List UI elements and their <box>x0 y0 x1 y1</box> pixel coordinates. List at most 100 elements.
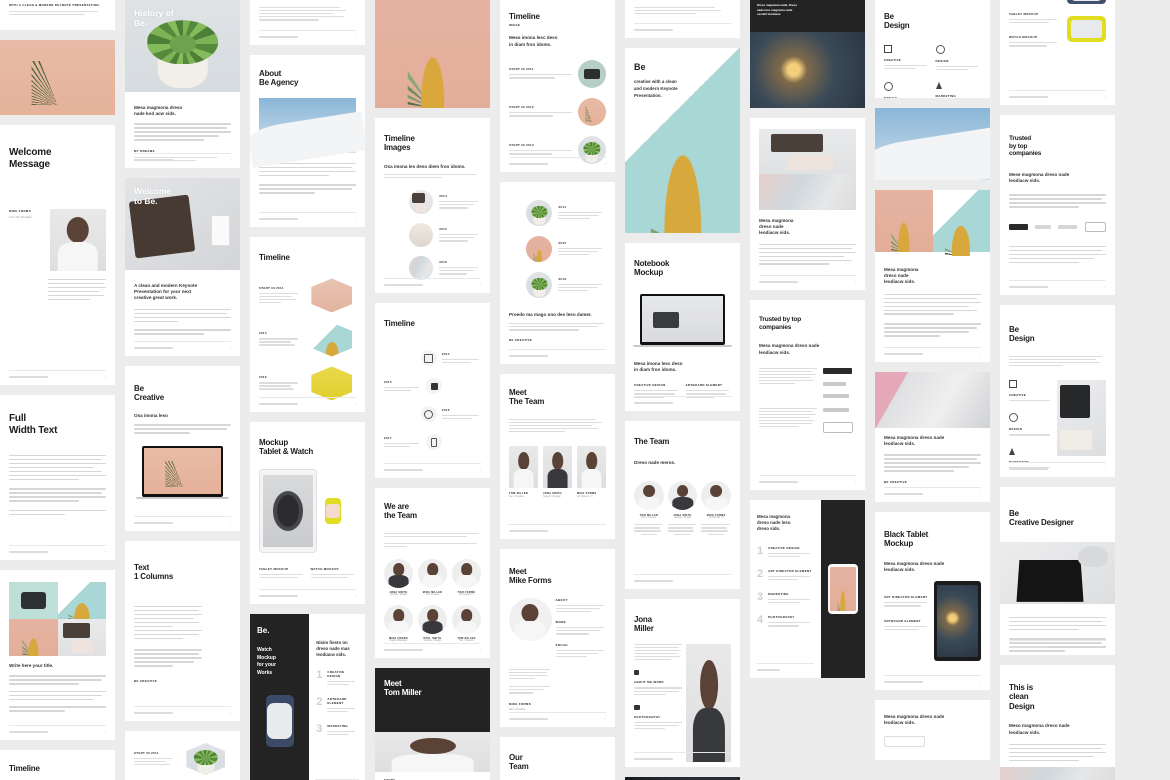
team-member[interactable]: JONA SMITH Support / Design <box>543 446 572 498</box>
slide-number: › <box>729 579 731 583</box>
watch-mockup <box>265 695 294 747</box>
slide-card-the-team[interactable]: The Team Dreso nade meros. TOM MILLER De… <box>625 421 740 589</box>
slide-card-timeline-circles-right[interactable]: 2014 2015 2016 Proedo ma mago ono des le… <box>500 182 615 364</box>
text-line <box>9 492 103 494</box>
slide-card-timeline-partial[interactable]: START IN 2011 <box>125 731 240 780</box>
slide-card-history-of-be[interactable]: History of Be. Mesa magmona dreso nade k… <box>125 0 240 168</box>
slide-card-two-pineapples[interactable]: Mesa magmona dreso nade leodiacw sids. › <box>875 190 990 362</box>
block-kicker: SOCIAL <box>555 642 569 647</box>
slide-number: › <box>229 711 231 715</box>
team-member[interactable]: MIKE FORMS Art Director / 3 <box>701 480 732 535</box>
slide-card-photo-text[interactable]: Mesa magmona dreso nade leodiacw sids. › <box>750 118 865 290</box>
slide-card-welcome-to-be[interactable]: Welcome to Be. A clean and modern Keynot… <box>125 178 240 356</box>
member-role: Dev / Creative <box>641 517 657 520</box>
page-title-2: Mockup <box>634 268 664 278</box>
slide-card-meet-mike-forms[interactable]: Meet Mike Forms ABOUT WORK SOCIAL MIKE F… <box>500 549 615 727</box>
text-line <box>759 259 853 262</box>
slide-card-be-creative-designer[interactable]: Be Creative Designer › <box>1000 487 1115 655</box>
slide-card-timeline-icons[interactable]: Timeline 2014 2015 2016 2017 › <box>375 303 490 478</box>
team-member[interactable]: TOM MILLER Dev / Creative <box>634 480 664 535</box>
slide-card-dark-bulb-hero[interactable]: Dreso magmona nade. Dreso nade leso magm… <box>750 0 865 108</box>
slide-card-timeline-images[interactable]: Timeline Images Osa imona les deso diem … <box>375 118 490 293</box>
hero-caption-3: for your <box>257 662 276 668</box>
slide-card-pineapple-photo[interactable] <box>375 0 490 108</box>
text-line <box>634 693 667 695</box>
slide-card-mockup-tablet-watch[interactable]: Mockup Tablet & Watch TABLET MOCKUP WATC… <box>250 422 365 604</box>
timeline-hex-image <box>186 743 226 775</box>
slide-card-text-partial[interactable]: › <box>625 0 740 38</box>
team-member[interactable]: JONA SMITH Support / Design <box>384 559 413 596</box>
slide-card-welcome-message[interactable]: Welcome Message MIKE FORMS Text / By Tem… <box>0 125 115 385</box>
slide-card-text-partial[interactable]: with a clean & modern Keynote Presentati… <box>0 0 115 30</box>
text-line <box>259 295 292 298</box>
text-line <box>9 478 79 481</box>
slide-card-watch-dark[interactable]: Be. Watch Mockup for your Works Nisim fi… <box>250 614 365 780</box>
slide-card-sky-photo[interactable] <box>875 108 990 180</box>
feature-item[interactable]: MOBILE <box>884 82 930 98</box>
tablet-screen-image <box>937 585 978 658</box>
team-member[interactable]: MIKE FORMS Support Manager <box>384 605 413 642</box>
footer-line <box>1009 96 1048 98</box>
slide-card-trusted-3line[interactable]: Trusted by top companies Mese magmona dr… <box>1000 115 1115 295</box>
text-line <box>134 123 231 125</box>
slide-card-be-pineapple[interactable]: Be creative with a clean and modern Keyn… <box>625 48 740 233</box>
feature-label: MARKETING <box>935 94 957 98</box>
slide-card-timeline-circles[interactable]: Timeline Image Mesa imona lesc deso in d… <box>500 0 615 172</box>
slide-card-watch-mockup-partial[interactable]: TABLET MOCKUP WATCH MOCKUP › <box>1000 0 1115 105</box>
slide-card-we-are-the-team[interactable]: We are the Team JONA SMITH Support / Des… <box>375 488 490 658</box>
company-logo <box>823 393 850 398</box>
feature-item[interactable]: MARKETING <box>935 82 982 98</box>
slide-card-be-creative[interactable]: Be Creative Osa imona leso › <box>125 366 240 531</box>
slide-card-timeline-hex[interactable]: Timeline START IN 2011 <box>0 750 115 780</box>
text-line <box>9 458 103 461</box>
footer-line <box>259 218 298 220</box>
slide-card-jona-miller[interactable]: Jona Miller ABOUT ME WORK PHOTOGRAPHY › <box>625 599 740 767</box>
slide-card-about-be-agency[interactable]: About Be Agency › <box>250 55 365 227</box>
feature-item[interactable]: DESIGN <box>935 44 982 72</box>
team-member[interactable]: MIKE MILLER Art / Creative <box>418 559 447 596</box>
timeline-item-kicker: 2016 <box>259 375 267 380</box>
tablet-mockup <box>259 468 318 553</box>
slide-footer: › <box>1009 640 1106 649</box>
slide-card-timeline-hex-3[interactable]: Timeline START IN 2011 2014 2016 › <box>250 237 365 412</box>
slide-card-text-partial-2[interactable]: Mesa magmona dreso nade leodiacw sids. <box>875 700 990 760</box>
slide-card-notebook-mockup[interactable]: Notebook Mockup Mesa imona lesc deso in … <box>625 243 740 411</box>
text-line <box>1009 355 1103 358</box>
slide-card-full-width-text[interactable]: Full Width Text › <box>0 395 115 560</box>
slide-card-text-1-columns[interactable]: Text 1 Columns BE CREATIVE › <box>125 541 240 721</box>
slide-subtitle-2: nade kod acw sids. <box>134 111 176 117</box>
team-member[interactable]: MIKE FORMS Art Director / 3 <box>577 446 606 498</box>
team-member[interactable]: TOM MILLER Dev / Creative <box>452 605 481 642</box>
team-member[interactable]: JONA SMITH Support / Design <box>667 480 698 535</box>
text-line <box>259 192 316 194</box>
slide-number: › <box>854 480 856 484</box>
slide-card-be-design-icons[interactable]: Be Design CREATIVE DESIGN MARKETING <box>875 0 990 98</box>
team-member[interactable]: TOM FORMS Art Director / 3 <box>452 559 481 596</box>
slide-card-black-tablet-mockup[interactable]: Black Tablet Mockup Mesa magmona dreso n… <box>875 512 990 690</box>
page-title: Text <box>134 563 150 572</box>
text-line <box>439 270 475 272</box>
slide-number: › <box>104 730 106 734</box>
text-line <box>327 711 348 713</box>
slide-footer: › <box>634 574 731 583</box>
slide-card-steps-phone[interactable]: Mesa magmona dreso nade leso dreso sids.… <box>750 500 865 678</box>
slide-card-keyboard-text[interactable]: Mesa magmona dreso nade leodiacw sids. B… <box>875 372 990 502</box>
slide-card-this-is-clean-design[interactable]: This is clean Design Meso magmona dreso … <box>1000 665 1115 780</box>
text-line <box>555 627 604 629</box>
slide-card-collage[interactable]: Write here your title. › <box>0 570 115 740</box>
slide-footer: › <box>1009 90 1106 99</box>
slide-card-palm-photo[interactable] <box>0 40 115 115</box>
person-photo <box>375 732 490 772</box>
text-line <box>634 393 675 395</box>
feature-item[interactable]: CREATIVE <box>884 44 930 72</box>
slide-card-be-design-tablet[interactable]: Be Design CREATIVE DESIGN MARKETING › <box>1000 305 1115 477</box>
slide-card-trusted-companies[interactable]: Trusted by top companies Mesa magmona dr… <box>750 300 865 490</box>
team-member[interactable]: PAUL SMITH Creative / Design <box>418 605 447 642</box>
slide-card-our-team[interactable]: Our Team Team presi nade meros. <box>500 737 615 780</box>
slide-card-meet-tom-miller[interactable]: Meet Tom Miller STORY <box>375 668 490 780</box>
team-member[interactable]: TOM MILLER Dev / Creative <box>509 446 538 498</box>
slide-card-text-partial[interactable]: › <box>250 0 365 45</box>
text-line <box>134 127 228 129</box>
slide-card-meet-the-team[interactable]: Meet The Team TOM MILLER Dev / Creative <box>500 374 615 539</box>
timeline-item-kicker: 2016 <box>441 407 450 412</box>
